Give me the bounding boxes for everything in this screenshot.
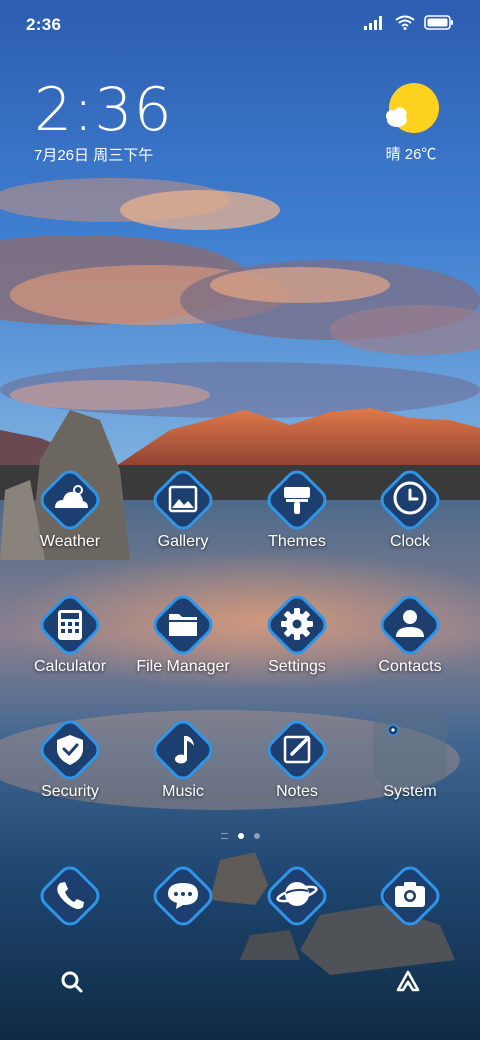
widget-date: 7月26日 周三下午	[34, 147, 154, 164]
app-folder-system[interactable]: System	[354, 710, 466, 801]
gear-icon	[257, 585, 337, 665]
clock-icon	[370, 460, 450, 540]
assistant-icon	[392, 970, 424, 1002]
notes-icon	[257, 710, 337, 790]
contacts-icon	[370, 585, 450, 665]
app-contacts[interactable]: Contacts	[354, 585, 466, 676]
weather-icon	[30, 460, 110, 540]
search-button[interactable]	[56, 966, 88, 998]
signal-icon	[364, 15, 386, 35]
status-bar: 2:36	[0, 0, 480, 50]
widget-time: 2:36	[34, 75, 173, 145]
weather-text: 晴 26℃	[385, 146, 437, 163]
dock-browser[interactable]	[241, 856, 353, 936]
page-indicator[interactable]	[200, 830, 280, 842]
app-gallery[interactable]: Gallery	[127, 460, 239, 551]
status-icons	[364, 15, 454, 35]
app-notes[interactable]: Notes	[241, 710, 353, 801]
dock-phone[interactable]	[14, 856, 126, 936]
themes-icon	[257, 460, 337, 540]
phone-icon	[30, 856, 110, 936]
page-dot	[253, 833, 260, 839]
app-music[interactable]: Music	[127, 710, 239, 801]
battery-icon	[424, 15, 454, 35]
browser-icon	[257, 856, 337, 936]
app-clock[interactable]: Clock	[354, 460, 466, 551]
app-weather[interactable]: Weather	[14, 460, 126, 551]
status-time: 2:36	[26, 15, 62, 34]
clock-widget[interactable]: 2:36 7月26日 周三下午	[34, 78, 173, 165]
message-icon	[143, 856, 223, 936]
calculator-icon	[30, 585, 110, 665]
sunny-cloud-icon	[383, 83, 439, 138]
shield-icon	[30, 710, 110, 790]
gallery-icon	[143, 460, 223, 540]
app-themes[interactable]: Themes	[241, 460, 353, 551]
dock-camera[interactable]	[354, 856, 466, 936]
weather-widget[interactable]: 晴 26℃	[376, 82, 446, 164]
page-dot-minus-one	[220, 833, 228, 839]
music-note-icon	[143, 710, 223, 790]
app-calculator[interactable]: Calculator	[14, 585, 126, 676]
assistant-button[interactable]	[392, 966, 424, 998]
search-icon	[56, 971, 88, 1002]
dock-messages[interactable]	[127, 856, 239, 936]
app-settings[interactable]: Settings	[241, 585, 353, 676]
wifi-icon	[395, 15, 415, 35]
folder-icon	[143, 585, 223, 665]
page-dot-current	[237, 833, 244, 839]
camera-icon	[370, 856, 450, 936]
app-security[interactable]: Security	[14, 710, 126, 801]
app-file-manager[interactable]: File Manager	[127, 585, 239, 676]
folder-icon	[373, 712, 447, 786]
